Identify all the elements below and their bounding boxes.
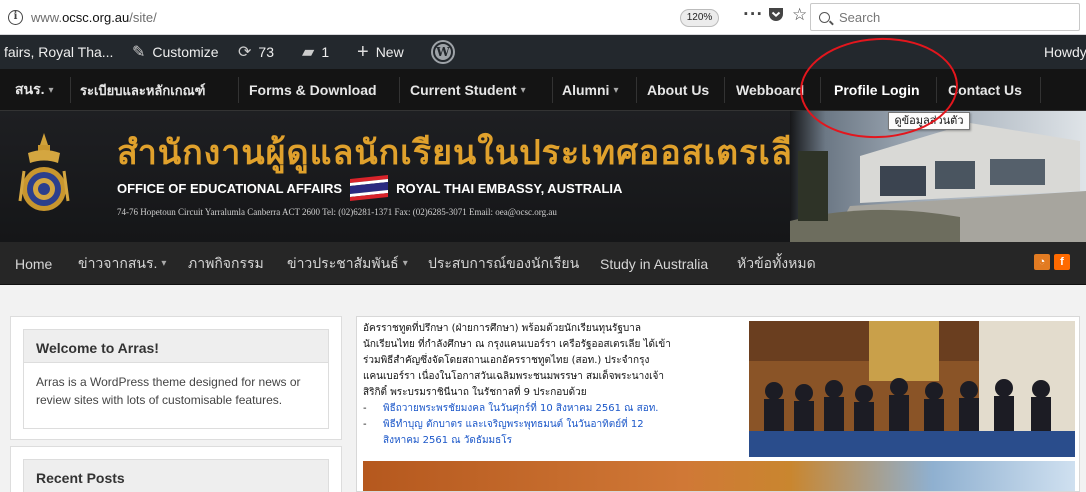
title-english-right: ROYAL THAI EMBASSY, AUSTRALIA — [396, 180, 623, 196]
nav-label: ข่าวประชาสัมพันธ์ — [287, 254, 399, 271]
nav-item-about-us[interactable]: About Us — [647, 69, 709, 111]
article-bullet-continued[interactable]: สิงหาคม 2561 ณ วัดธัมมธโร — [363, 433, 763, 449]
recent-posts-widget: Recent Posts — [10, 446, 342, 492]
nav-label: ข่าวจากสนร. — [78, 254, 158, 271]
main-nav-student-experience[interactable]: ประสบการณ์ของนักเรียน — [428, 242, 579, 285]
article-bullet[interactable]: - พิธีถวายพระพรชัยมงคล ในวันศุกร์ที่ 10 ส… — [363, 401, 763, 417]
search-input[interactable]: Search — [810, 3, 1080, 31]
temple-photo[interactable] — [363, 461, 1075, 491]
chevron-down-icon: ▾ — [402, 258, 408, 269]
comment-icon: ▰ — [302, 44, 315, 61]
main-nav-home[interactable]: Home — [15, 242, 52, 285]
main-nav-announcements[interactable]: ข่าวประชาสัมพันธ์ ▾ — [287, 242, 408, 285]
wordpress-logo-icon: W — [433, 42, 453, 62]
search-placeholder: Search — [839, 9, 881, 25]
search-icon — [819, 11, 830, 23]
page: i www.ocsc.org.au/site/ 120% ··· ☆ Searc… — [0, 0, 1086, 492]
nav-label: Alumni — [562, 82, 610, 98]
chevron-down-icon: ▾ — [613, 84, 619, 96]
site-header-banner: สำนักงานผู้ดูแลนักเรียนในประเทศออสเตรเลี… — [0, 111, 1086, 242]
article-line: สิริกิติ์ พระบรมราชินีนาถ ในรัชกาลที่ 9 … — [363, 387, 587, 398]
admin-site-name[interactable]: fairs, Royal Tha... — [4, 35, 113, 69]
nav-label: สนร. — [15, 81, 45, 97]
admin-updates[interactable]: ⟳ 73 — [238, 35, 274, 69]
pocket-icon[interactable] — [768, 7, 784, 26]
main-nav-activities[interactable]: ภาพกิจกรรม — [188, 242, 264, 285]
welcome-widget: Welcome to Arras! Arras is a WordPress t… — [10, 316, 342, 440]
more-icon[interactable]: ··· — [743, 5, 763, 23]
browser-toolbar: i www.ocsc.org.au/site/ 120% ··· ☆ Searc… — [0, 0, 1086, 35]
admin-wp-menu[interactable]: W — [433, 35, 453, 69]
brush-icon: ✎ — [132, 44, 146, 61]
chevron-down-icon: ▾ — [520, 84, 526, 96]
featured-post-text: อัครราชทูตที่ปรึกษา (ฝ่ายการศึกษา) พร้อม… — [363, 321, 763, 449]
comments-count: 1 — [321, 44, 330, 60]
customize-label: Customize — [152, 44, 219, 60]
updates-icon: ⟳ — [238, 44, 252, 61]
article-bullet[interactable]: - พิธีทำบุญ ตักบาตร และเจริญพระพุทธมนต์ ใ… — [363, 417, 763, 433]
admin-howdy[interactable]: Howdy — [1044, 35, 1086, 69]
nav-item-ocsc[interactable]: สนร. ▾ — [15, 69, 54, 111]
site-title-english: OFFICE OF EDUCATIONAL AFFAIRS ROYAL THAI… — [117, 175, 623, 202]
nav-item-current-student[interactable]: Current Student ▾ — [410, 69, 526, 111]
contact-address: 74-76 Hopetoun Circuit Yarralumla Canber… — [117, 207, 557, 217]
nav-item-forms-download[interactable]: Forms & Download — [249, 69, 377, 111]
recent-posts-title: Recent Posts — [24, 460, 328, 492]
main-nav-all-topics[interactable]: หัวข้อทั้งหมด — [737, 242, 816, 285]
featured-post[interactable]: อัครราชทูตที่ปรึกษา (ฝ่ายการศึกษา) พร้อม… — [356, 316, 1080, 492]
nav-label: Current Student — [410, 82, 517, 98]
thai-flag-icon — [350, 175, 389, 202]
ocsc-emblem-icon[interactable] — [18, 131, 70, 221]
facebook-icon[interactable]: f — [1054, 254, 1070, 270]
admin-customize[interactable]: ✎ Customize — [132, 35, 219, 69]
article-line: แคนเบอร์รา เนื่องในโอกาสวันเฉลิมพระชนมพร… — [363, 371, 664, 382]
nav-item-alumni[interactable]: Alumni ▾ — [562, 69, 618, 111]
bookmark-star-icon[interactable]: ☆ — [792, 5, 807, 25]
group-photo[interactable] — [749, 321, 1075, 457]
chevron-down-icon: ▾ — [48, 84, 54, 96]
main-nav-study-in-australia[interactable]: Study in Australia — [600, 242, 708, 285]
nav-item-contact-us[interactable]: Contact Us — [948, 69, 1022, 111]
admin-comments[interactable]: ▰ 1 — [302, 35, 329, 69]
article-line: อัครราชทูตที่ปรึกษา (ฝ่ายการศึกษา) พร้อม… — [363, 323, 641, 334]
rss-icon[interactable]: ◔ — [1034, 254, 1050, 270]
plus-icon: + — [357, 40, 369, 63]
zoom-indicator[interactable]: 120% — [680, 9, 719, 27]
main-nav: Home ข่าวจากสนร. ▾ ภาพกิจกรรม ข่าวประชาสั… — [0, 242, 1086, 285]
new-label: New — [375, 44, 404, 60]
article-line: นักเรียนไทย ที่กำลังศึกษา ณ กรุงแคนเบอร์… — [363, 339, 671, 350]
welcome-text: Arras is a WordPress theme designed for … — [36, 375, 301, 407]
title-english-left: OFFICE OF EDUCATIONAL AFFAIRS — [117, 180, 343, 196]
chevron-down-icon: ▾ — [161, 258, 167, 269]
site-title-thai: สำนักงานผู้ดูแลนักเรียนในประเทศออสเตรเลี… — [117, 133, 814, 173]
updates-count: 73 — [258, 44, 274, 60]
info-icon[interactable]: i — [8, 10, 23, 25]
nav-item-regulations[interactable]: ระเบียบและหลักเกณฑ์ — [80, 69, 205, 111]
article-line: ร่วมพิธีสำคัญซึ่งจัดโดยสถานเอกอัครราชทูต… — [363, 355, 650, 366]
admin-new[interactable]: + New — [357, 35, 404, 69]
url-text[interactable]: www.ocsc.org.au/site/ — [31, 10, 157, 25]
main-nav-news[interactable]: ข่าวจากสนร. ▾ — [78, 242, 166, 285]
welcome-title: Welcome to Arras! — [24, 330, 328, 363]
nav-item-webboard[interactable]: Webboard — [736, 69, 804, 111]
